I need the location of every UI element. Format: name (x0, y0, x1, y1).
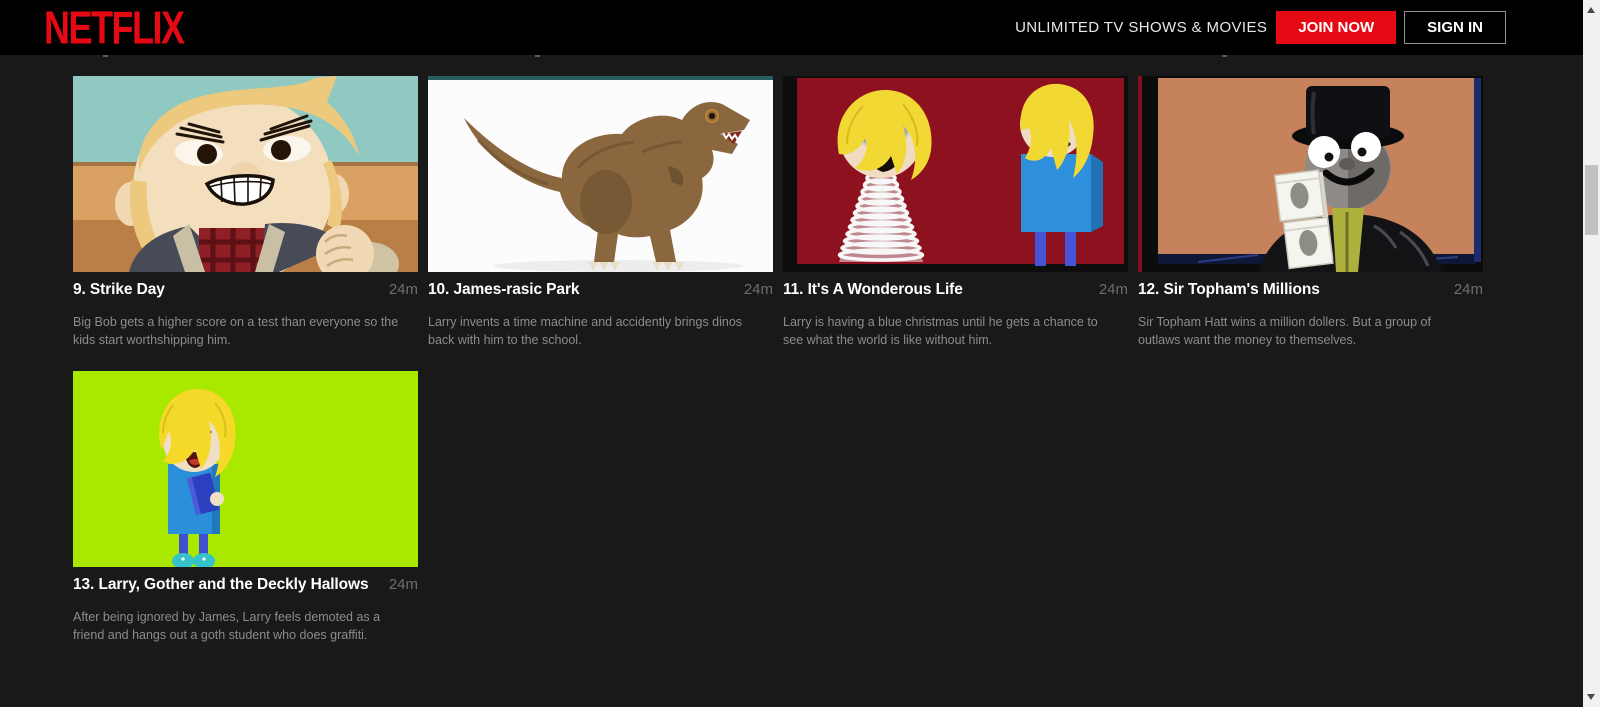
topham-hatt-money-art (1138, 76, 1483, 272)
episode-description: Larry invents a time machine and acciden… (428, 315, 743, 348)
episode-card-11[interactable]: 11. It's A Wonderous Life 24m Larry is h… (783, 76, 1128, 349)
episode-description: Sir Topham Hatt wins a million dollers. … (1138, 315, 1431, 348)
grinning-blond-boy-art (73, 76, 418, 272)
sign-in-button[interactable]: SIGN IN (1404, 11, 1506, 44)
episode-thumbnail[interactable] (73, 371, 418, 568)
top-nav-bar: NETFLIX UNLIMITED TV SHOWS & MOVIES JOIN… (0, 0, 1600, 55)
clipped-text-remnant (535, 55, 540, 57)
episode-description: Big Bob gets a higher score on a test th… (73, 315, 399, 348)
mummy-and-sad-figure-red-art (783, 76, 1128, 272)
episode-title-row: 11. It's A Wonderous Life 24m (783, 281, 1128, 299)
episode-duration: 24m (1098, 281, 1128, 298)
episode-thumbnail[interactable] (1138, 76, 1483, 272)
episode-duration: 24m (1453, 281, 1483, 298)
episode-title: 12. Sir Topham's Millions (1138, 281, 1320, 298)
netflix-logo[interactable]: NETFLIX (44, 1, 185, 55)
join-now-button[interactable]: JOIN NOW (1276, 11, 1397, 44)
larry-holding-book-green-art (73, 371, 418, 568)
episode-title: 10. James-rasic Park (428, 281, 580, 298)
clipped-text-remnant (103, 55, 108, 57)
episode-title-row: 12. Sir Topham's Millions 24m (1138, 281, 1483, 299)
episode-card-9[interactable]: 9. Strike Day 24m Big Bob gets a higher … (73, 76, 418, 349)
episode-thumbnail[interactable] (428, 76, 773, 272)
episode-description: Larry is having a blue christmas until h… (783, 315, 1098, 348)
scrollbar-thumb[interactable] (1585, 165, 1598, 235)
episode-card-12[interactable]: 12. Sir Topham's Millions 24m Sir Topham… (1138, 76, 1483, 349)
episode-title: 13. Larry, Gother and the Deckly Hallows (73, 576, 369, 594)
episode-card-13[interactable]: 13. Larry, Gother and the Deckly Hallows… (73, 371, 418, 644)
scroll-up-arrow-icon[interactable] (1587, 7, 1595, 13)
vertical-scrollbar[interactable] (1583, 0, 1600, 707)
episode-title: 11. It's A Wonderous Life (783, 281, 963, 298)
episode-list: 9. Strike Day 24m Big Bob gets a higher … (0, 55, 1583, 707)
tagline-text: UNLIMITED TV SHOWS & MOVIES (1015, 19, 1268, 36)
episode-title-row: 9. Strike Day 24m (73, 281, 418, 299)
header-actions: UNLIMITED TV SHOWS & MOVIES JOIN NOW SIG… (1015, 11, 1506, 44)
episode-duration: 24m (743, 281, 773, 298)
episode-thumbnail[interactable] (783, 76, 1128, 272)
episode-thumbnail[interactable] (73, 76, 418, 272)
episode-duration: 24m (388, 576, 418, 594)
episode-title: 9. Strike Day (73, 281, 165, 298)
episode-title-row: 13. Larry, Gother and the Deckly Hallows… (73, 576, 418, 594)
episode-card-10[interactable]: 10. James-rasic Park 24m Larry invents a… (428, 76, 773, 349)
scroll-down-arrow-icon[interactable] (1587, 694, 1595, 700)
episode-duration: 24m (388, 281, 418, 298)
episode-description: After being ignored by James, Larry feel… (73, 610, 381, 643)
clipped-text-remnant (1222, 55, 1227, 57)
episode-title-row: 10. James-rasic Park 24m (428, 281, 773, 299)
t-rex-art (428, 76, 773, 272)
episode-grid: 9. Strike Day 24m Big Bob gets a higher … (73, 76, 1583, 645)
